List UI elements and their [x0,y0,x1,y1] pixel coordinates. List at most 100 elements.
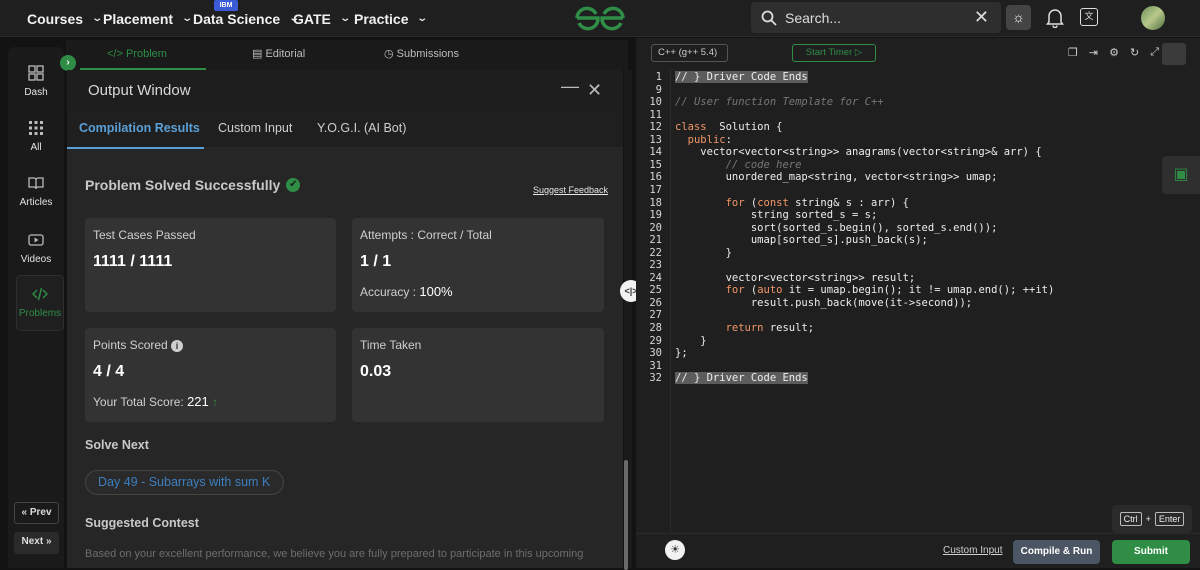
theme-toggle-icon[interactable]: ☼ [1006,5,1031,30]
chevron-down-icon: ⌄ [416,13,429,24]
nav-data-science[interactable]: Data Science ⌄ [193,0,300,37]
line-number: 21 [649,234,662,247]
fullscreen-icon[interactable]: ⤢ [1150,46,1159,59]
code-line[interactable]: 17 [636,184,1200,197]
minimize-icon[interactable]: — [561,76,579,97]
nav-practice[interactable]: Practice ⌄ [354,0,429,37]
info-icon[interactable]: i [171,340,184,352]
translate-icon[interactable]: 文 [1080,8,1098,26]
chat-icon[interactable]: ▣ [1162,156,1200,194]
chevron-down-icon: ⌄ [339,13,351,24]
prev-button[interactable]: « Prev [14,502,59,524]
tab-yogi-ai-bot[interactable]: Y.O.G.I. (AI Bot) [317,121,406,135]
code-line[interactable]: 25 for (auto it = umap.begin(); it != um… [636,284,1200,297]
code-line[interactable]: 30}; [636,347,1200,360]
scrollbar[interactable] [624,460,628,570]
tab-compilation-results[interactable]: Compilation Results [67,121,204,149]
expand-arrow-icon[interactable]: › [60,55,76,71]
tab-editorial[interactable]: ▤ Editorial [252,40,305,70]
reset-icon[interactable]: ↻ [1130,46,1139,59]
code-editor[interactable]: 1 // } Driver Code Ends 9 10 // User functio… [636,68,1200,533]
tab-submissions[interactable]: ◷ Submissions [384,40,459,70]
submit-button[interactable]: Submit [1112,540,1190,564]
hammer-icon[interactable] [1162,43,1186,65]
tab-problem[interactable]: </> Problem [80,40,206,70]
panel-divider[interactable] [624,70,632,570]
import-file-icon[interactable]: ⇥ [1089,46,1098,59]
code-line[interactable]: 20 sort(sorted_s.begin(), sorted_s.end()… [636,222,1200,235]
code-line[interactable]: 15 // code here [636,159,1200,172]
custom-input-link[interactable]: Custom Input [943,545,1002,556]
close-icon[interactable]: ✕ [587,80,602,101]
suggest-feedback-link[interactable]: Suggest Feedback [533,185,608,195]
code-line[interactable]: 21 umap[sorted_s].push_back(s); [636,234,1200,247]
card-attempts: Attempts : Correct / Total 1 / 1 Accurac… [352,218,604,312]
code-line[interactable]: 18 for (const string& s : arr) { [636,197,1200,210]
lightbulb-icon[interactable]: ☀ [665,540,685,560]
code-line[interactable]: 16 unordered_map<string, vector<string>>… [636,171,1200,184]
line-number: 24 [649,271,662,284]
compile-run-button[interactable]: Compile & Run [1013,540,1100,564]
output-tabs: Compilation Results Custom Input Y.O.G.I… [67,110,623,149]
nav-gate[interactable]: GATE ⌄ [293,0,351,37]
copy-icon[interactable]: ❐ [1068,46,1078,59]
gfg-logo[interactable] [574,5,626,31]
code-line[interactable]: 11 [636,109,1200,122]
code-text: // User function Template for C++ [675,96,884,109]
line-number: 16 [649,171,662,184]
keyboard-shortcut: Ctrl + Enter [1112,505,1192,533]
code-line[interactable]: 9 [636,84,1200,97]
next-button[interactable]: Next » [14,532,59,554]
nav-placement[interactable]: Placement ⌄ [103,0,193,37]
code-line[interactable]: 23 [636,259,1200,272]
code-line[interactable]: 12 class Solution { [636,121,1200,134]
code-line[interactable]: 14 vector<vector<string>> anagrams(vecto… [636,146,1200,159]
code-text: }; [675,347,688,360]
avatar[interactable] [1141,6,1165,30]
code-text: // } Driver Code Ends [675,372,808,385]
accuracy: Accuracy : 100% [360,284,453,299]
code-line[interactable]: 26 result.push_back(move(it->second)); [636,297,1200,310]
line-number: 23 [649,259,662,272]
code-line[interactable]: 29 } [636,335,1200,348]
tab-custom-input[interactable]: Custom Input [218,121,292,135]
sidebar-item-all[interactable]: All [8,120,64,153]
output-title: Output Window [88,82,191,99]
code-line[interactable]: 32 // } Driver Code Ends [636,372,1200,385]
code-line[interactable]: 31 [636,360,1200,373]
code-line[interactable]: 19 string sorted_s = s; [636,209,1200,222]
code-text: } [675,334,707,347]
search-box[interactable]: Search... ✕ [751,2,1001,33]
sidebar-item-videos[interactable]: Videos [8,232,64,265]
output-window: Output Window — ✕ Compilation Results Cu… [67,70,623,568]
solve-next-link[interactable]: Day 49 - Subarrays with sum K [85,470,284,495]
code-text: public: [687,133,732,146]
video-icon [28,234,44,246]
code-line[interactable]: 24 vector<vector<string>> result; [636,272,1200,285]
line-number: 14 [649,146,662,159]
code-line[interactable]: 22 } [636,247,1200,260]
clock-icon: ◷ [384,48,394,60]
grid-icon [29,121,43,135]
line-number: 25 [649,284,662,297]
chevron-down-icon: ⌄ [91,13,104,24]
code-line[interactable]: 28 return result; [636,322,1200,335]
code-line[interactable]: 10 // User function Template for C++ [636,96,1200,109]
code-line[interactable]: 27 [636,309,1200,322]
output-header: Output Window — ✕ [67,70,623,110]
sidebar-item-articles[interactable]: Articles [8,175,64,208]
nav-courses[interactable]: Courses ⌄ [27,0,104,37]
language-select[interactable]: C++ (g++ 5.4) [651,44,728,62]
code-line[interactable]: 13 public: [636,134,1200,147]
code-line[interactable]: 1 // } Driver Code Ends [636,71,1200,84]
settings-icon[interactable]: ⚙ [1109,46,1119,59]
close-icon[interactable]: ✕ [974,7,989,28]
code-text: } [675,246,732,259]
start-timer-button[interactable]: Start Timer ▷ [792,44,876,62]
document-icon: ▤ [252,48,263,60]
bell-icon[interactable] [1046,8,1064,28]
sidebar-item-problems[interactable]: Problems [16,275,64,331]
search-input[interactable]: Search... [785,10,974,26]
status-message: Problem Solved Successfully ✔ [85,177,301,193]
sidebar-item-dash[interactable]: Dash [8,65,64,98]
